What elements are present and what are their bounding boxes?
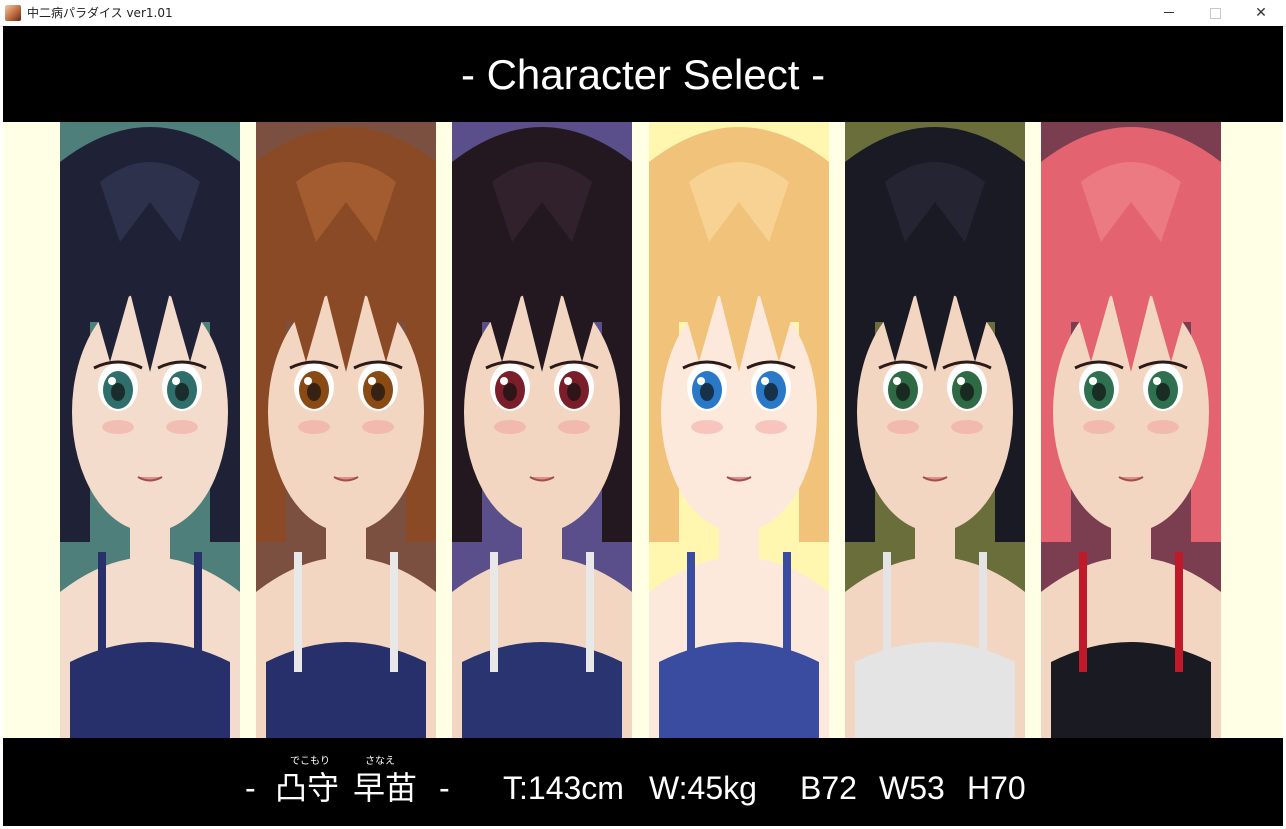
character-info-bar: - でこもり 凸守 さなえ 早苗 - T:143cm W:45kg B72 W5… bbox=[3, 738, 1283, 826]
minimize-icon bbox=[1164, 12, 1174, 13]
character-portrait-3[interactable] bbox=[452, 122, 632, 738]
surname-ruby: でこもり bbox=[290, 756, 330, 767]
stat-bust: B72 bbox=[800, 770, 857, 806]
portrait-art bbox=[452, 122, 632, 738]
name-dash-left: - bbox=[245, 770, 256, 806]
character-portrait-2[interactable] bbox=[256, 122, 436, 738]
close-button[interactable]: ✕ bbox=[1238, 0, 1284, 26]
game-screen: - Character Select - - でこもり 凸守 さなえ 早苗 - … bbox=[3, 26, 1283, 826]
portrait-art bbox=[1041, 122, 1221, 738]
stat-weight: W:45kg bbox=[649, 770, 757, 806]
portrait-art bbox=[649, 122, 829, 738]
stat-hip: H70 bbox=[967, 770, 1026, 806]
character-portrait-strip bbox=[3, 122, 1283, 738]
portrait-art bbox=[60, 122, 240, 738]
character-portrait-4[interactable] bbox=[649, 122, 829, 738]
window-title: 中二病パラダイス ver1.01 bbox=[27, 6, 173, 20]
character-given-name: 早苗 bbox=[353, 769, 418, 807]
given-name-ruby: さなえ bbox=[365, 756, 395, 767]
stat-waist: W53 bbox=[879, 770, 945, 806]
screen-title: - Character Select - bbox=[460, 51, 826, 98]
character-portrait-6[interactable] bbox=[1041, 122, 1221, 738]
app-icon bbox=[5, 5, 21, 21]
close-icon: ✕ bbox=[1255, 5, 1267, 21]
character-portrait-1[interactable] bbox=[60, 122, 240, 738]
character-portrait-5[interactable] bbox=[845, 122, 1025, 738]
portrait-art bbox=[256, 122, 436, 738]
portrait-art bbox=[845, 122, 1025, 738]
stat-height: T:143cm bbox=[503, 770, 624, 806]
minimize-button[interactable] bbox=[1146, 0, 1192, 26]
name-dash-right: - bbox=[439, 770, 450, 806]
character-surname: 凸守 bbox=[275, 769, 340, 807]
window-title-bar: 中二病パラダイス ver1.01 ✕ bbox=[0, 0, 1286, 27]
maximize-icon bbox=[1210, 8, 1221, 19]
header-bar: - Character Select - bbox=[3, 26, 1283, 122]
maximize-button bbox=[1192, 0, 1238, 26]
